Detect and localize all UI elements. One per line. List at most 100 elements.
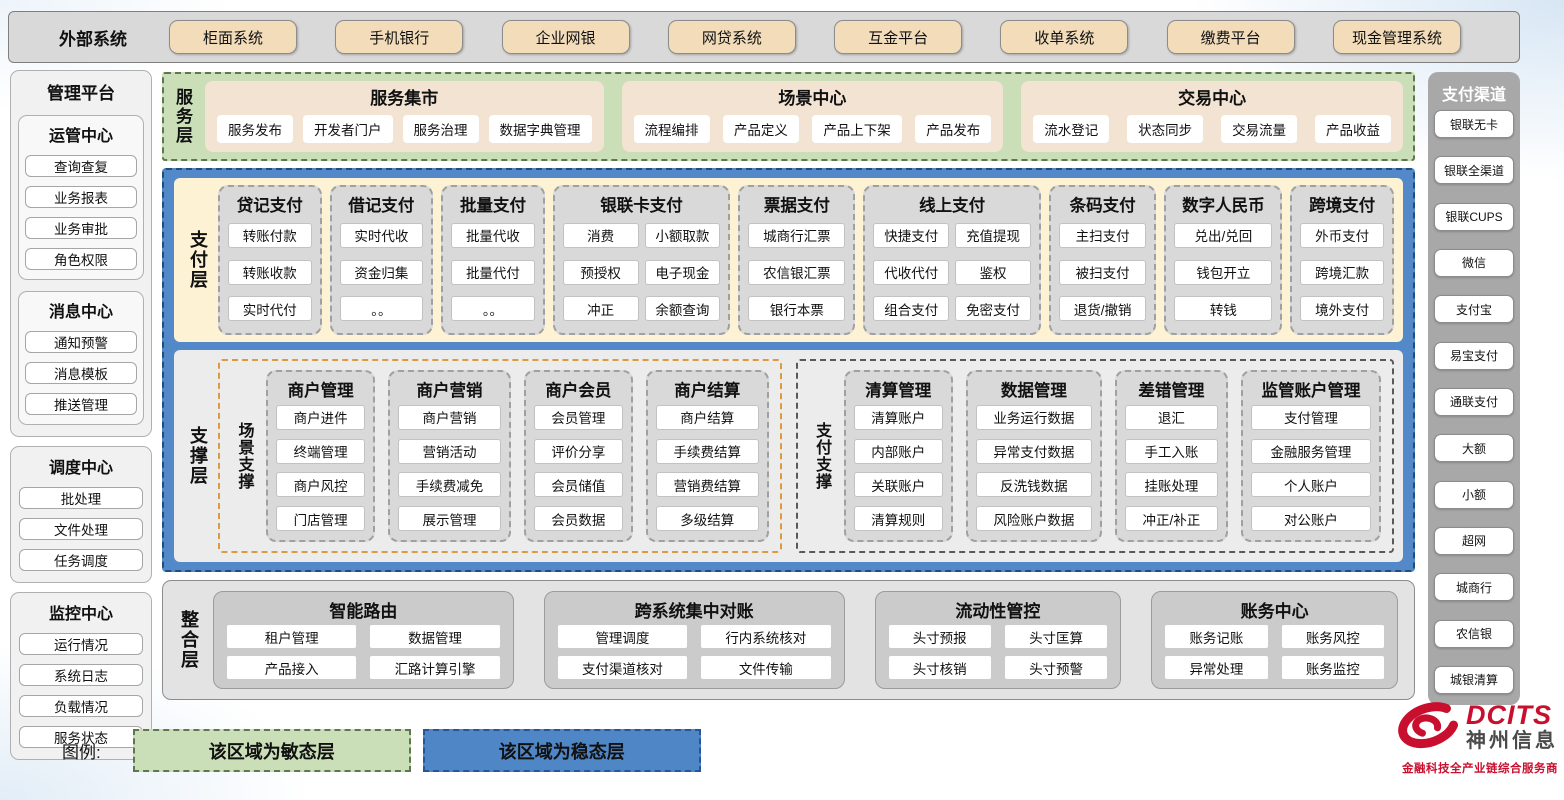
payment-column-items: 城商行汇票农信银汇票银行本票 [748, 219, 845, 325]
management-group-title: 消息中心 [25, 296, 137, 322]
support-item: 风险账户数据 [976, 506, 1092, 531]
payment-layer-label: 支付层 [183, 185, 213, 335]
payment-channel: 农信银 [1434, 620, 1514, 648]
support-group-columns: 商户管理商户进件终端管理商户风控门店管理商户营销商户营销营销活动手续费减免展示管… [266, 370, 769, 542]
support-group-label: 支付支撑 [809, 370, 834, 542]
integration-section-items: 租户管理数据管理产品接入汇路计算引擎 [227, 625, 500, 679]
integration-item: 管理调度 [558, 625, 687, 648]
support-column-title: 监管账户管理 [1251, 374, 1371, 404]
payment-channel: 小额 [1434, 481, 1514, 509]
integration-item: 文件传输 [701, 656, 830, 679]
payment-item: 批量代收 [451, 223, 535, 248]
payment-item: 充值提现 [955, 223, 1031, 248]
service-item: 交易流量 [1221, 115, 1297, 143]
payment-column-title: 票据支付 [748, 189, 845, 219]
support-item: 会员管理 [534, 405, 623, 430]
payment-item: 转账收款 [228, 260, 312, 285]
payment-channel: 城银清算 [1434, 666, 1514, 694]
payment-item: 兑出/兑回 [1174, 223, 1272, 248]
integration-section-title: 流动性管控 [889, 594, 1108, 625]
support-item: 挂账处理 [1125, 472, 1218, 497]
support-item: 展示管理 [398, 506, 501, 531]
external-systems-label: 外部系统 [59, 25, 127, 50]
payment-item: 。。 [340, 296, 424, 321]
external-system-box: 缴费平台 [1167, 20, 1295, 54]
payment-channels-list: 银联无卡银联全渠道银联CUPS微信支付宝易宝支付通联支付大额小额超网城商行农信银… [1434, 110, 1514, 694]
external-system-box: 互金平台 [834, 20, 962, 54]
payment-item: 主扫支付 [1059, 223, 1146, 248]
payment-item: 。。 [451, 296, 535, 321]
payment-column-items: 快捷支付充值提现代收代付鉴权组合支付免密支付 [873, 219, 1031, 325]
payment-column: 线上支付快捷支付充值提现代收代付鉴权组合支付免密支付 [863, 185, 1041, 335]
support-column: 数据管理业务运行数据异常支付数据反洗钱数据风险账户数据 [966, 370, 1102, 542]
support-layer-groups: 场景支撑商户管理商户进件终端管理商户风控门店管理商户营销商户营销营销活动手续费减… [218, 359, 1394, 553]
management-item: 通知预警 [25, 331, 137, 353]
support-item: 反洗钱数据 [976, 472, 1092, 497]
payment-channel: 易宝支付 [1434, 342, 1514, 370]
management-item: 消息模板 [25, 362, 137, 384]
integration-item: 行内系统核对 [701, 625, 830, 648]
support-item: 手工入账 [1125, 439, 1218, 464]
payment-item: 农信银汇票 [748, 260, 845, 285]
payment-channel: 通联支付 [1434, 388, 1514, 416]
legend-agile-box: 该区域为敏态层 [133, 729, 411, 772]
payment-column-title: 数字人民币 [1174, 189, 1272, 219]
service-item: 产品定义 [723, 115, 799, 143]
support-layer-label: 支撑层 [183, 359, 213, 553]
payment-item: 代收代付 [873, 260, 949, 285]
management-item: 文件处理 [19, 518, 143, 540]
payment-item: 转钱 [1174, 296, 1272, 321]
service-item: 服务治理 [403, 115, 479, 143]
integration-item: 头寸预警 [1005, 656, 1107, 679]
management-platform-box: 管理平台运管中心查询查复业务报表业务审批角色权限消息中心通知预警消息模板推送管理 [10, 70, 152, 437]
support-column-title: 商户营销 [398, 374, 501, 404]
support-item: 商户营销 [398, 405, 501, 430]
payment-channel: 银联CUPS [1434, 203, 1514, 231]
support-item: 手续费减免 [398, 472, 501, 497]
payment-item: 快捷支付 [873, 223, 949, 248]
support-column-items: 商户进件终端管理商户风控门店管理 [276, 404, 365, 532]
payment-column-title: 借记支付 [340, 189, 424, 219]
payment-item: 实时代付 [228, 296, 312, 321]
management-item: 查询查复 [25, 155, 137, 177]
payment-item: 鉴权 [955, 260, 1031, 285]
payment-column: 银联卡支付消费小额取款预授权电子现金冲正余额查询 [553, 185, 731, 335]
external-systems-list: 柜面系统手机银行企业网银网贷系统互金平台收单系统缴费平台现金管理系统 [169, 20, 1461, 54]
management-item: 角色权限 [25, 248, 137, 270]
integration-section-title: 跨系统集中对账 [558, 594, 831, 625]
logo-company: 神州信息 [1466, 729, 1558, 754]
support-item: 营销费结算 [656, 472, 759, 497]
service-section: 交易中心流水登记状态同步交易流量产品收益 [1021, 81, 1403, 152]
service-item: 产品收益 [1315, 115, 1391, 143]
payment-layer: 支付层 贷记支付转账付款转账收款实时代付借记支付实时代收资金归集。。批量支付批量… [174, 178, 1403, 342]
support-column: 商户营销商户营销营销活动手续费减免展示管理 [388, 370, 511, 542]
support-item: 评价分享 [534, 439, 623, 464]
integration-section-items: 头寸预报头寸匡算头寸核销头寸预警 [889, 625, 1108, 679]
support-item: 支付管理 [1251, 405, 1371, 430]
management-group-title: 运管中心 [25, 120, 137, 146]
service-section-items: 流水登记状态同步交易流量产品收益 [1033, 115, 1391, 143]
external-system-box: 收单系统 [1000, 20, 1128, 54]
payment-column-title: 批量支付 [451, 189, 535, 219]
support-column-items: 清算账户内部账户关联账户清算规则 [854, 404, 943, 532]
support-item: 异常支付数据 [976, 439, 1092, 464]
support-column-title: 商户会员 [534, 374, 623, 404]
support-item: 商户结算 [656, 405, 759, 430]
support-column-title: 差错管理 [1125, 374, 1218, 404]
support-column-items: 商户结算手续费结算营销费结算多级结算 [656, 404, 759, 532]
payment-item: 批量代付 [451, 260, 535, 285]
payment-column-items: 消费小额取款预授权电子现金冲正余额查询 [563, 219, 721, 325]
payment-channels-title: 支付渠道 [1434, 81, 1514, 105]
service-section-title: 场景中心 [634, 84, 992, 109]
support-item: 冲正/补正 [1125, 506, 1218, 531]
management-group-title: 监控中心 [19, 598, 143, 624]
support-group-label: 场景支撑 [231, 370, 256, 542]
support-layer: 支撑层 场景支撑商户管理商户进件终端管理商户风控门店管理商户营销商户营销营销活动… [174, 350, 1403, 562]
payment-channels-rail: 支付渠道 银联无卡银联全渠道银联CUPS微信支付宝易宝支付通联支付大额小额超网城… [1428, 72, 1520, 705]
integration-section: 跨系统集中对账管理调度行内系统核对支付渠道核对文件传输 [544, 591, 845, 689]
support-column-title: 商户管理 [276, 374, 365, 404]
payment-channel: 大额 [1434, 434, 1514, 462]
payment-item: 境外支付 [1300, 296, 1384, 321]
support-item: 会员数据 [534, 506, 623, 531]
payment-item: 钱包开立 [1174, 260, 1272, 285]
